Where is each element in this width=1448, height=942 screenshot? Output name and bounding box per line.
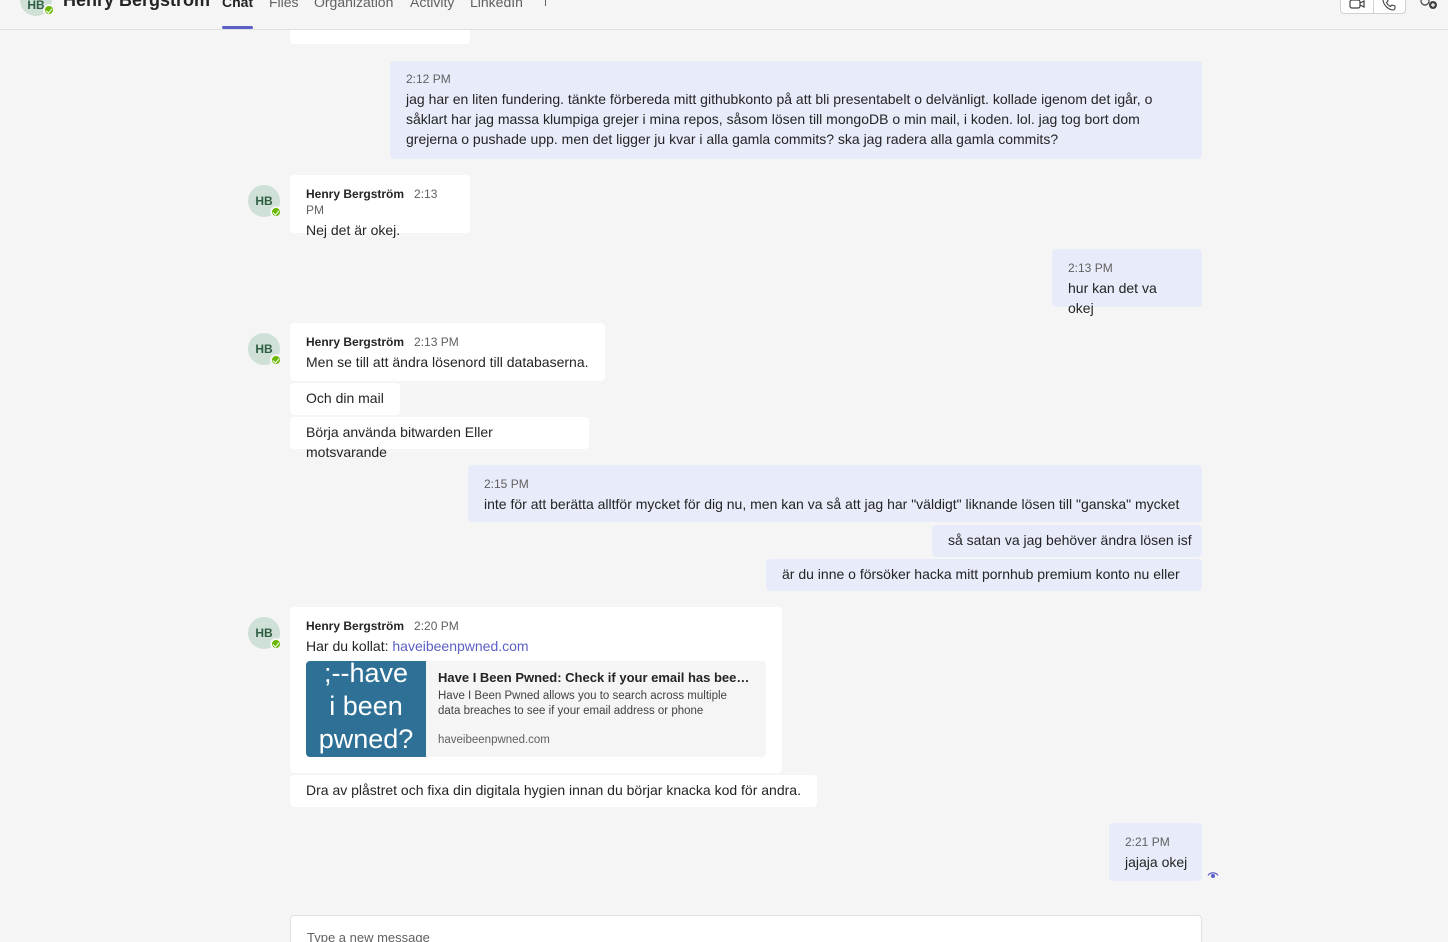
outgoing-message[interactable]: 2:21 PM jajaja okej [1109, 823, 1202, 881]
incoming-message[interactable]: Dra av plåstret och fixa din digitala hy… [290, 775, 817, 807]
message-timestamp: 2:15 PM [484, 477, 529, 491]
message-text: så satan va jag behöver ändra lösen isf [948, 532, 1192, 548]
sender-name: Henry Bergström [306, 619, 405, 633]
contact-avatar[interactable]: HB [20, 0, 55, 16]
sender-name: Henry Bergström [306, 187, 405, 201]
active-tab-indicator [222, 26, 253, 29]
incoming-message[interactable]: Henry Bergström 2:13 PM Nej det är okej. [290, 175, 470, 238]
audio-call-button[interactable] [1372, 0, 1406, 13]
sender-avatar[interactable]: HB [248, 185, 282, 218]
add-people-button[interactable] [1418, 0, 1438, 12]
message-timestamp: 2:13 PM [1068, 261, 1113, 275]
incoming-message[interactable]: Henry Bergström 2:13 PM Men se till att ä… [290, 323, 605, 381]
call-button-group [1340, 0, 1406, 14]
link-preview-image-line: i been [329, 691, 403, 721]
tab-files[interactable]: Files [269, 0, 299, 10]
message-text: är du inne o försöker hacka mitt pornhub… [782, 566, 1180, 582]
audio-call-icon [1382, 0, 1396, 11]
message-input[interactable] [307, 917, 1185, 942]
message-text: Och din mail [306, 390, 384, 406]
outgoing-message[interactable]: 2:12 PM jag har en liten fundering. tänk… [390, 61, 1202, 159]
incoming-message[interactable]: Börja använda bitwarden Eller motsvarand… [290, 417, 589, 460]
presence-available-icon [270, 354, 282, 366]
presence-available-icon [270, 206, 282, 218]
message-composer[interactable] [290, 915, 1202, 942]
message-text: Men se till att ändra lösenord till data… [306, 354, 589, 370]
message-text-prefix: Har du kollat: [306, 638, 393, 654]
outgoing-message[interactable]: 2:13 PM hur kan det va okej [1052, 249, 1202, 316]
contact-name: Henry Bergström [63, 0, 211, 10]
message-timestamp: 2:12 PM [406, 72, 451, 86]
link-preview-domain: haveibeenpwned.com [438, 734, 550, 746]
link-preview-title: Have I Been Pwned: Check if your email h… [438, 670, 756, 685]
avatar-initials: HB [255, 194, 273, 208]
incoming-message[interactable]: Och din mail [290, 383, 400, 415]
message-text: Nej det är okej. [306, 222, 401, 238]
link-preview-card[interactable]: ;--have i been pwned? Have I Been Pwned:… [306, 661, 766, 757]
message-timestamp: 2:13 PM [414, 335, 459, 349]
message-text: jag har en liten fundering. tänkte förbe… [406, 91, 1153, 147]
message-text: inte för att berätta alltför mycket för … [484, 496, 1180, 512]
video-call-button[interactable] [1341, 0, 1373, 13]
link-preview-image: ;--have i been pwned? [306, 661, 426, 757]
presence-available-icon [270, 638, 282, 650]
video-call-icon [1349, 0, 1365, 9]
avatar-initials: HB [255, 342, 273, 356]
link-preview-description: Have I Been Pwned allows you to search a… [438, 690, 727, 717]
tab-activity[interactable]: Activity [410, 0, 454, 10]
message-timestamp: 2:20 PM [414, 619, 459, 633]
avatar-initials: HB [255, 626, 273, 640]
tab-organization[interactable]: Organization [314, 0, 393, 10]
tab-linkedin[interactable]: LinkedIn [470, 0, 523, 10]
outgoing-message[interactable]: 2:15 PM inte för att berätta alltför myc… [468, 465, 1202, 522]
message-timestamp: 2:21 PM [1125, 835, 1170, 849]
chat-header: HB Henry Bergström Chat Files Organizati… [0, 0, 1448, 30]
link-preview-image-line: pwned? [318, 724, 414, 754]
add-people-icon [1420, 0, 1437, 9]
link-preview-image-line: ;--have [323, 661, 409, 688]
message-text: jajaja okej [1125, 854, 1188, 870]
outgoing-message[interactable]: så satan va jag behöver ändra lösen isf [932, 525, 1202, 557]
presence-available-icon [43, 4, 55, 16]
message-text: Dra av plåstret och fixa din digitala hy… [306, 782, 801, 798]
tab-divider [545, 0, 546, 6]
message-text: Börja använda bitwarden Eller motsvarand… [306, 424, 493, 460]
outgoing-message[interactable]: är du inne o försöker hacka mitt pornhub… [766, 559, 1202, 591]
sender-avatar[interactable]: HB [248, 333, 282, 366]
message-text: hur kan det va okej [1068, 280, 1157, 316]
sender-avatar[interactable]: HB [248, 617, 282, 650]
message-text: Har du kollat: haveibeenpwned.com [306, 636, 766, 656]
message-link[interactable]: haveibeenpwned.com [392, 638, 528, 654]
tab-chat[interactable]: Chat [222, 0, 253, 10]
read-receipt-eye-icon [1207, 868, 1219, 880]
sender-name: Henry Bergström [306, 335, 405, 349]
